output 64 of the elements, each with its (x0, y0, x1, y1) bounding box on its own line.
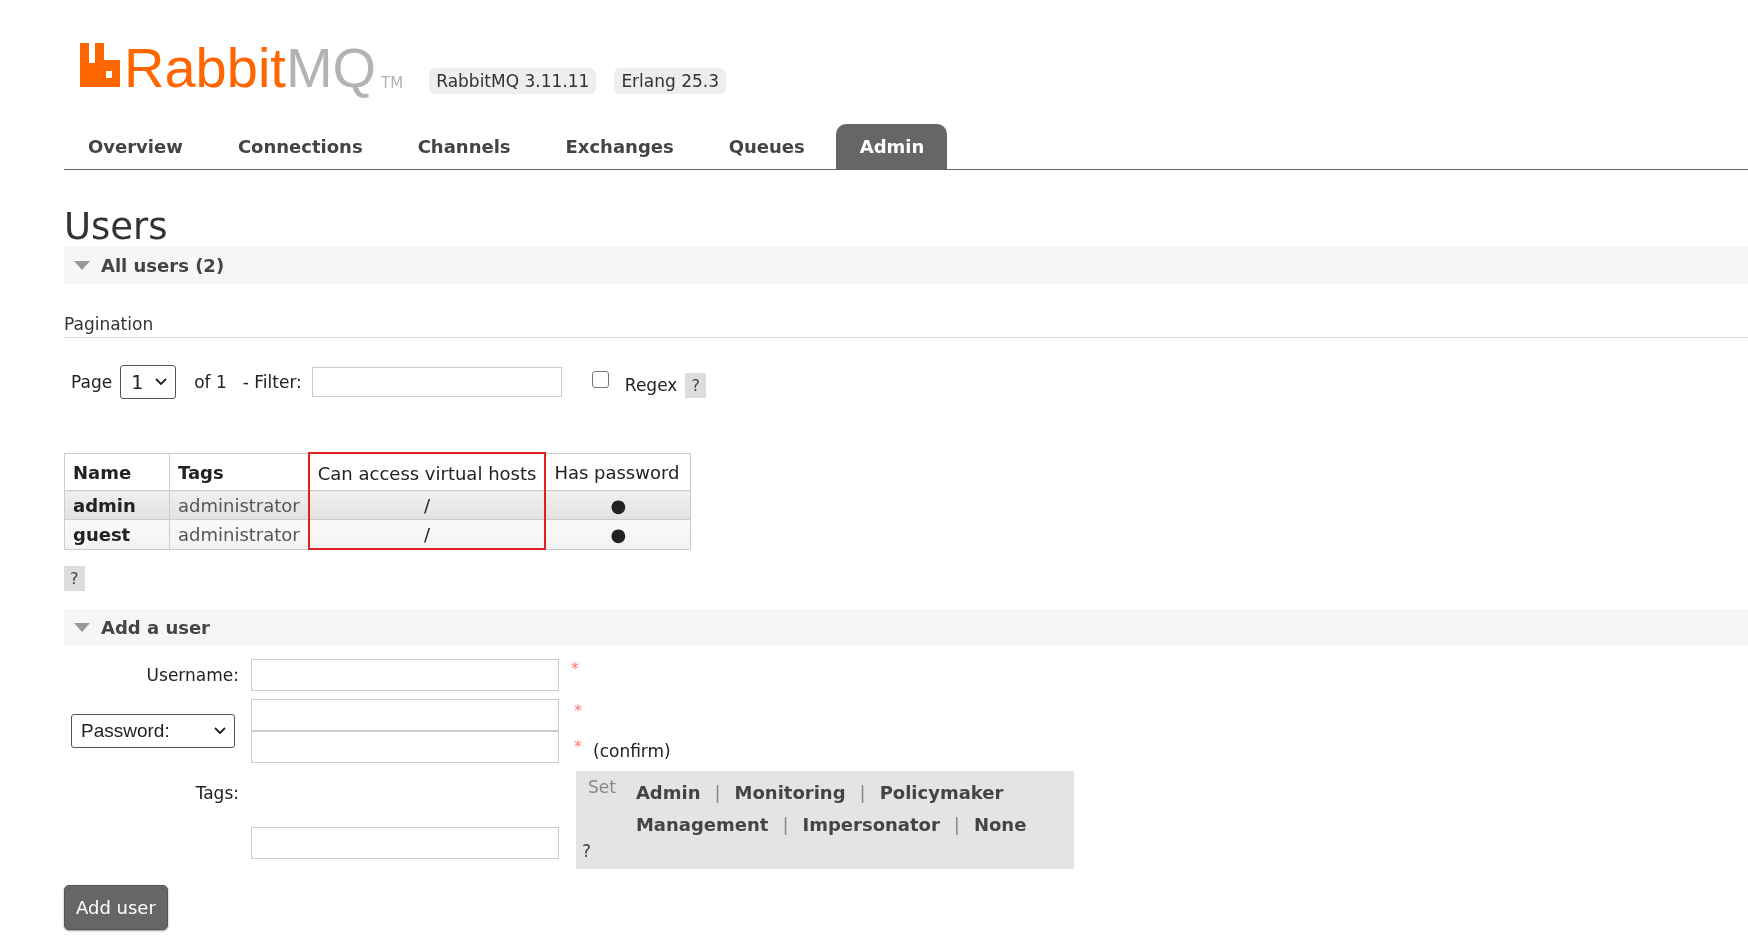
page-select[interactable]: 1 (120, 365, 177, 399)
tag-link[interactable]: Admin (635, 777, 701, 809)
confirm-label: (confirm) (593, 741, 671, 761)
required-mark: * (574, 701, 582, 720)
tag-link[interactable]: Impersonator (802, 809, 940, 841)
chevron-icon (155, 378, 168, 386)
section-title: Add a user (101, 617, 210, 638)
add-user-button[interactable]: Add user (64, 885, 168, 930)
table-cell: ● (545, 519, 691, 549)
required-mark: * (574, 737, 582, 756)
username-field[interactable] (251, 659, 559, 691)
nav-tab[interactable]: Exchanges (541, 124, 697, 169)
tags-label: Tags: (194, 783, 239, 803)
tag-link[interactable]: None (973, 809, 1027, 841)
table-cell: ● (545, 490, 691, 520)
table-cell: admin (64, 490, 170, 520)
version-badge: RabbitMQ 3.11.11 (429, 68, 597, 94)
column-header: Has password (545, 453, 691, 491)
separator-text: | (953, 813, 960, 837)
help-button[interactable]: ? (64, 566, 85, 591)
page-title: Users (64, 208, 169, 245)
filter-field[interactable] (311, 367, 562, 397)
password-field[interactable] (251, 699, 559, 731)
section-header[interactable]: Add a user (64, 609, 1748, 646)
separator-text: | (859, 781, 866, 805)
tag-link[interactable]: Management (635, 809, 769, 841)
page-label: Page (71, 372, 113, 392)
regex-checkbox[interactable] (591, 370, 609, 388)
separator-text: | (782, 813, 789, 837)
table-cell: administrator (169, 519, 309, 549)
nav-tab[interactable]: Admin (835, 124, 948, 169)
trademark-text: TM (381, 74, 404, 92)
table-cell: / (308, 519, 546, 549)
nav-tab[interactable]: Channels (393, 124, 534, 169)
logo-icon (80, 43, 120, 87)
nav-tab[interactable]: Overview (64, 124, 206, 169)
section-header[interactable]: All users (2) (64, 247, 1748, 284)
help-text[interactable]: ? (582, 841, 1060, 861)
page-count: of 1 (194, 372, 227, 392)
username-label: Username: (145, 665, 239, 685)
confirm-password-field[interactable] (251, 731, 559, 763)
password-type-select[interactable]: Password: (71, 714, 235, 748)
tag-link[interactable]: Policymaker (879, 777, 1004, 809)
table-cell: / (308, 490, 546, 520)
required-mark: * (571, 659, 580, 678)
filter-label: - Filter: (242, 372, 302, 392)
tags-field[interactable] (251, 827, 559, 859)
logo-text: Rabbit (124, 40, 286, 96)
logo-text: MQ (285, 40, 377, 96)
chevron-icon (214, 727, 226, 735)
nav-tab[interactable]: Queues (704, 124, 828, 169)
help-button[interactable]: ? (685, 372, 706, 398)
column-header: Tags (169, 453, 309, 491)
table-cell: guest (64, 519, 170, 549)
column-header: Name (64, 453, 170, 491)
separator-text: | (714, 781, 721, 805)
nav-tab[interactable]: Connections (213, 124, 386, 169)
section-title: All users (2) (101, 255, 225, 276)
table-cell: administrator (169, 490, 309, 520)
set-label: Set (588, 777, 616, 799)
pagination-heading: Pagination (64, 314, 1748, 338)
tag-link[interactable]: Monitoring (734, 777, 846, 809)
regex-label: Regex (624, 375, 678, 395)
version-badge: Erlang 25.3 (614, 68, 727, 94)
